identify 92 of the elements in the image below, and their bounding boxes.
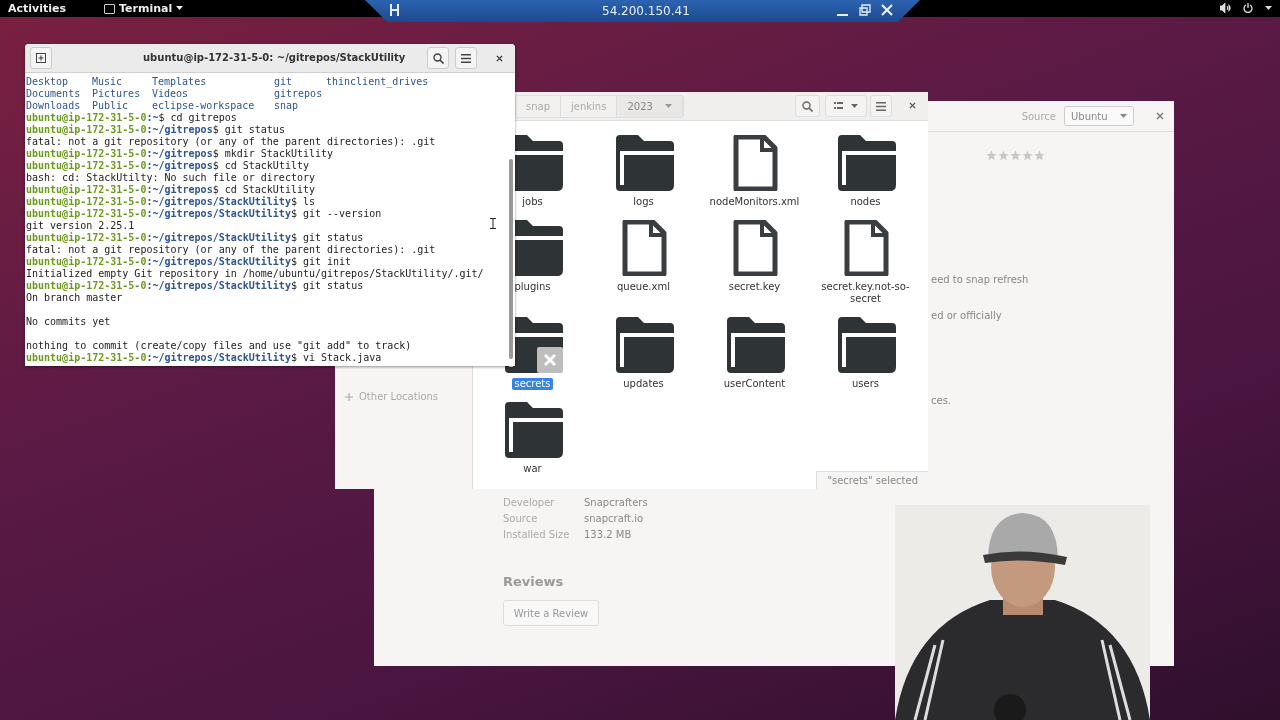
search-icon <box>432 52 444 64</box>
file-label[interactable]: userContent <box>721 378 788 390</box>
search-button[interactable] <box>427 47 449 69</box>
directory-entry: Public <box>92 100 129 112</box>
search-button[interactable] <box>795 95 820 117</box>
terminal-line: No commits yet <box>26 316 111 328</box>
close-icon[interactable] <box>496 55 503 62</box>
file-label[interactable]: logs <box>631 196 656 208</box>
file-label[interactable]: updates <box>621 378 666 390</box>
directory-entry: Documents <box>26 88 81 100</box>
activities-button[interactable]: Activities <box>8 2 67 15</box>
scrollbar[interactable] <box>509 159 513 359</box>
menu-icon <box>461 53 471 63</box>
terminal-line: bash: cd: StackUtilty: No such file or directory <box>26 172 315 184</box>
file-label[interactable]: jobs <box>520 196 545 208</box>
volume-icon[interactable] <box>1220 3 1231 13</box>
file-label[interactable]: secret.key <box>726 281 783 293</box>
power-icon[interactable] <box>1243 3 1253 13</box>
caret-icon <box>851 103 858 109</box>
directory-entry: Desktop <box>26 76 69 88</box>
terminal-line: ubuntu@ip-172-31-5-0:~$ cd gitrepos <box>26 112 237 124</box>
terminal-line: ubuntu@ip-172-31-5-0:~/gitrepos/StackUtility$ ls <box>26 196 315 208</box>
plus-icon <box>345 392 353 401</box>
window-title: ubuntu@ip-172-31-5-0: ~/gitrepos/StackUtility <box>143 52 406 63</box>
detail-label: Installed Size <box>503 529 571 540</box>
star-icon <box>998 150 1009 161</box>
directory-entry: thinclient_drives <box>326 76 429 88</box>
new-tab-icon <box>36 53 46 63</box>
file-label[interactable]: secret.key.not-so-secret <box>813 281 918 305</box>
caret-icon <box>664 104 672 109</box>
terminal-line: ubuntu@ip-172-31-5-0:~/gitrepos$ mkdir StackUtility <box>26 148 334 160</box>
terminal-line: fatal: not a git repository (or any of the parent directories): .git <box>26 136 436 148</box>
directory-entry: Music <box>92 76 123 88</box>
new-tab-button[interactable] <box>30 47 52 69</box>
caret-icon[interactable] <box>1265 5 1272 11</box>
detail-value: Snapcrafters <box>584 497 648 508</box>
file-label[interactable]: users <box>850 378 881 390</box>
terminal-line: Initialized empty Git repository in /home/ubuntu/gitrepos/StackUtility/.git/ <box>26 268 484 280</box>
menu-icon <box>876 101 886 111</box>
remote-address: 54.200.150.41 <box>602 4 690 18</box>
list-icon <box>834 102 843 110</box>
close-icon[interactable] <box>909 102 916 109</box>
source-label: Source <box>1021 110 1056 122</box>
detail-value: snapcraft.io <box>584 513 645 524</box>
directory-entry: snap <box>274 100 299 112</box>
reviews-heading: Reviews <box>503 574 564 589</box>
detail-label: Developer <box>503 497 556 508</box>
directory-entry: Downloads <box>26 100 81 112</box>
terminal-line: ubuntu@ip-172-31-5-0:~/gitrepos/StackUtility$ git --version <box>26 208 382 220</box>
terminal-line: On branch master <box>26 292 123 304</box>
file-label[interactable]: queue.xml <box>615 281 672 293</box>
terminal-line: ubuntu@ip-172-31-5-0:~/gitrepos$ cd StackUtilty <box>26 160 309 172</box>
directory-entry: git <box>274 76 293 88</box>
terminal-line: ubuntu@ip-172-31-5-0:~/gitrepos/StackUtility$ git init <box>26 256 352 268</box>
file-label[interactable]: nodes <box>848 196 883 208</box>
file-label[interactable]: plugins <box>512 281 553 293</box>
description-text: eed to snap refresh <box>931 274 1029 285</box>
file-label[interactable]: secrets <box>512 378 553 390</box>
menu-button[interactable] <box>455 47 477 69</box>
star-icon <box>1010 150 1021 161</box>
search-icon <box>802 100 813 112</box>
detail-value: 133.2 MB <box>584 529 633 540</box>
terminal-line: ubuntu@ip-172-31-5-0:~/gitrepos$ cd StackUtility <box>26 184 315 196</box>
source-dropdown[interactable]: Ubuntu <box>1064 106 1134 126</box>
terminal-line: fatal: not a git repository (or any of the parent directories): .git <box>26 244 436 256</box>
restore-icon[interactable] <box>859 4 871 16</box>
app-menu[interactable]: Terminal <box>104 2 184 15</box>
description-text: ed or officially <box>931 310 1002 321</box>
terminal-line: git version 2.25.1 <box>26 220 135 232</box>
directory-entry: gitrepos <box>274 88 323 100</box>
star-icon <box>986 150 997 161</box>
description-text: ces. <box>931 395 952 406</box>
star-icon <box>1034 150 1045 161</box>
terminal-line: ubuntu@ip-172-31-5-0:~/gitrepos/StackUtility$ git status <box>26 280 364 292</box>
pin-icon[interactable] <box>389 4 400 16</box>
star-icon <box>1022 150 1033 161</box>
terminal-line: ubuntu@ip-172-31-5-0:~/gitrepos/StackUtility$ git status <box>26 232 364 244</box>
selection-status: "secrets" selected <box>816 471 928 489</box>
directory-entry: Pictures <box>92 88 141 100</box>
terminal-line: nothing to commit (create/copy files and use "git add" to track) <box>26 340 412 352</box>
view-options-button[interactable] <box>825 95 867 117</box>
menu-button[interactable] <box>870 95 892 117</box>
directory-entry: eclipse-workspace <box>152 100 255 112</box>
terminal-line: ubuntu@ip-172-31-5-0:~/gitrepos/StackUtility$ vi Stack.java <box>26 352 382 364</box>
text-cursor-icon <box>490 218 496 229</box>
directory-entry: Videos <box>152 88 189 100</box>
directory-entry: Templates <box>152 76 207 88</box>
file-label[interactable]: nodeMonitors.xml <box>707 196 802 208</box>
detail-label: Source <box>503 513 539 524</box>
file-label[interactable]: war <box>521 463 544 475</box>
caret-icon[interactable] <box>176 6 184 11</box>
terminal-line: ubuntu@ip-172-31-5-0:~/gitrepos$ git status <box>26 124 285 136</box>
